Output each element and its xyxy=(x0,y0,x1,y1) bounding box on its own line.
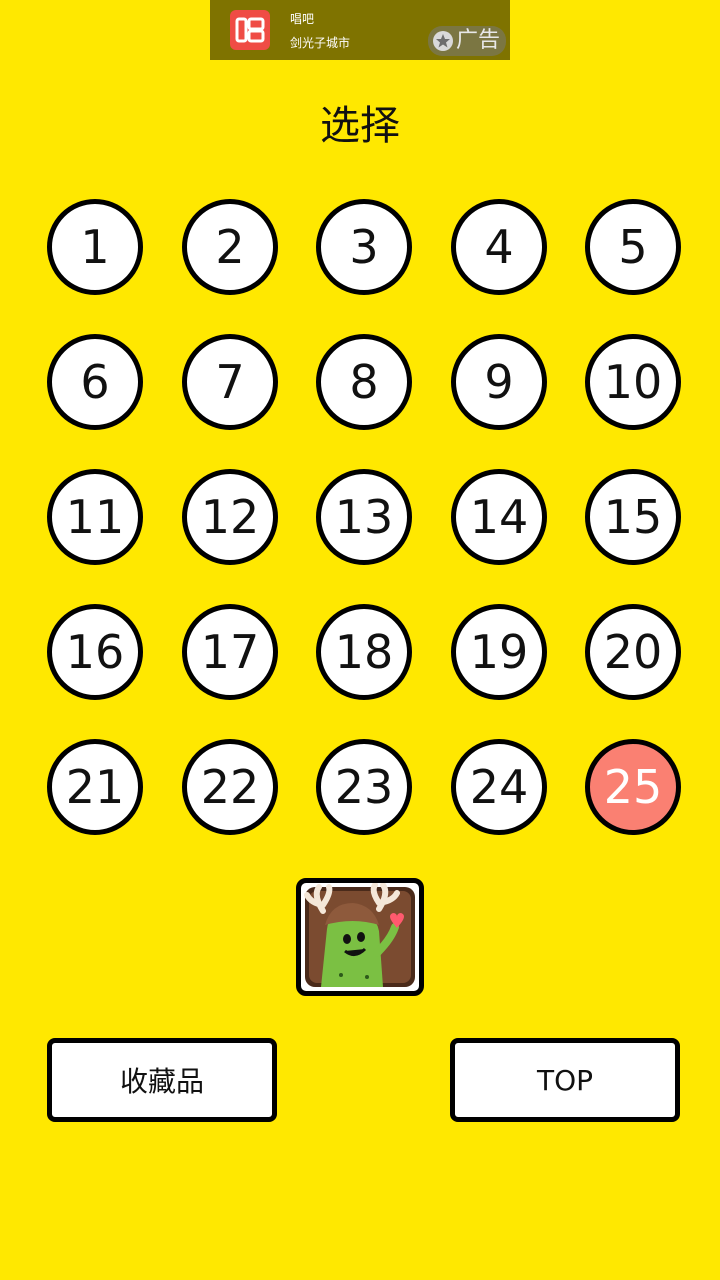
level-button-13[interactable]: 13 xyxy=(316,469,412,565)
level-button-12[interactable]: 12 xyxy=(182,469,278,565)
level-button-14[interactable]: 14 xyxy=(451,469,547,565)
level-grid: 1 2 3 4 5 6 7 8 9 10 11 12 13 14 15 16 17 18 19 20 21 22 23 24 2… xyxy=(0,0,720,860)
level-button-18[interactable]: 18 xyxy=(316,604,412,700)
level-button-23[interactable]: 23 xyxy=(316,739,412,835)
level-button-25[interactable]: 25 xyxy=(585,739,681,835)
level-button-20[interactable]: 20 xyxy=(585,604,681,700)
level-button-3[interactable]: 3 xyxy=(316,199,412,295)
level-button-19[interactable]: 19 xyxy=(451,604,547,700)
collection-button[interactable]: 收藏品 xyxy=(47,1038,277,1122)
character-button[interactable] xyxy=(296,878,424,996)
level-button-5[interactable]: 5 xyxy=(585,199,681,295)
green-bean-character-icon xyxy=(304,883,415,987)
top-button[interactable]: TOP xyxy=(450,1038,680,1122)
level-button-8[interactable]: 8 xyxy=(316,334,412,430)
level-button-10[interactable]: 10 xyxy=(585,334,681,430)
level-button-17[interactable]: 17 xyxy=(182,604,278,700)
level-button-4[interactable]: 4 xyxy=(451,199,547,295)
level-button-15[interactable]: 15 xyxy=(585,469,681,565)
level-button-9[interactable]: 9 xyxy=(451,334,547,430)
level-button-22[interactable]: 22 xyxy=(182,739,278,835)
level-button-7[interactable]: 7 xyxy=(182,334,278,430)
level-button-11[interactable]: 11 xyxy=(47,469,143,565)
level-button-24[interactable]: 24 xyxy=(451,739,547,835)
level-button-6[interactable]: 6 xyxy=(47,334,143,430)
level-button-1[interactable]: 1 xyxy=(47,199,143,295)
level-button-21[interactable]: 21 xyxy=(47,739,143,835)
level-button-2[interactable]: 2 xyxy=(182,199,278,295)
level-button-16[interactable]: 16 xyxy=(47,604,143,700)
